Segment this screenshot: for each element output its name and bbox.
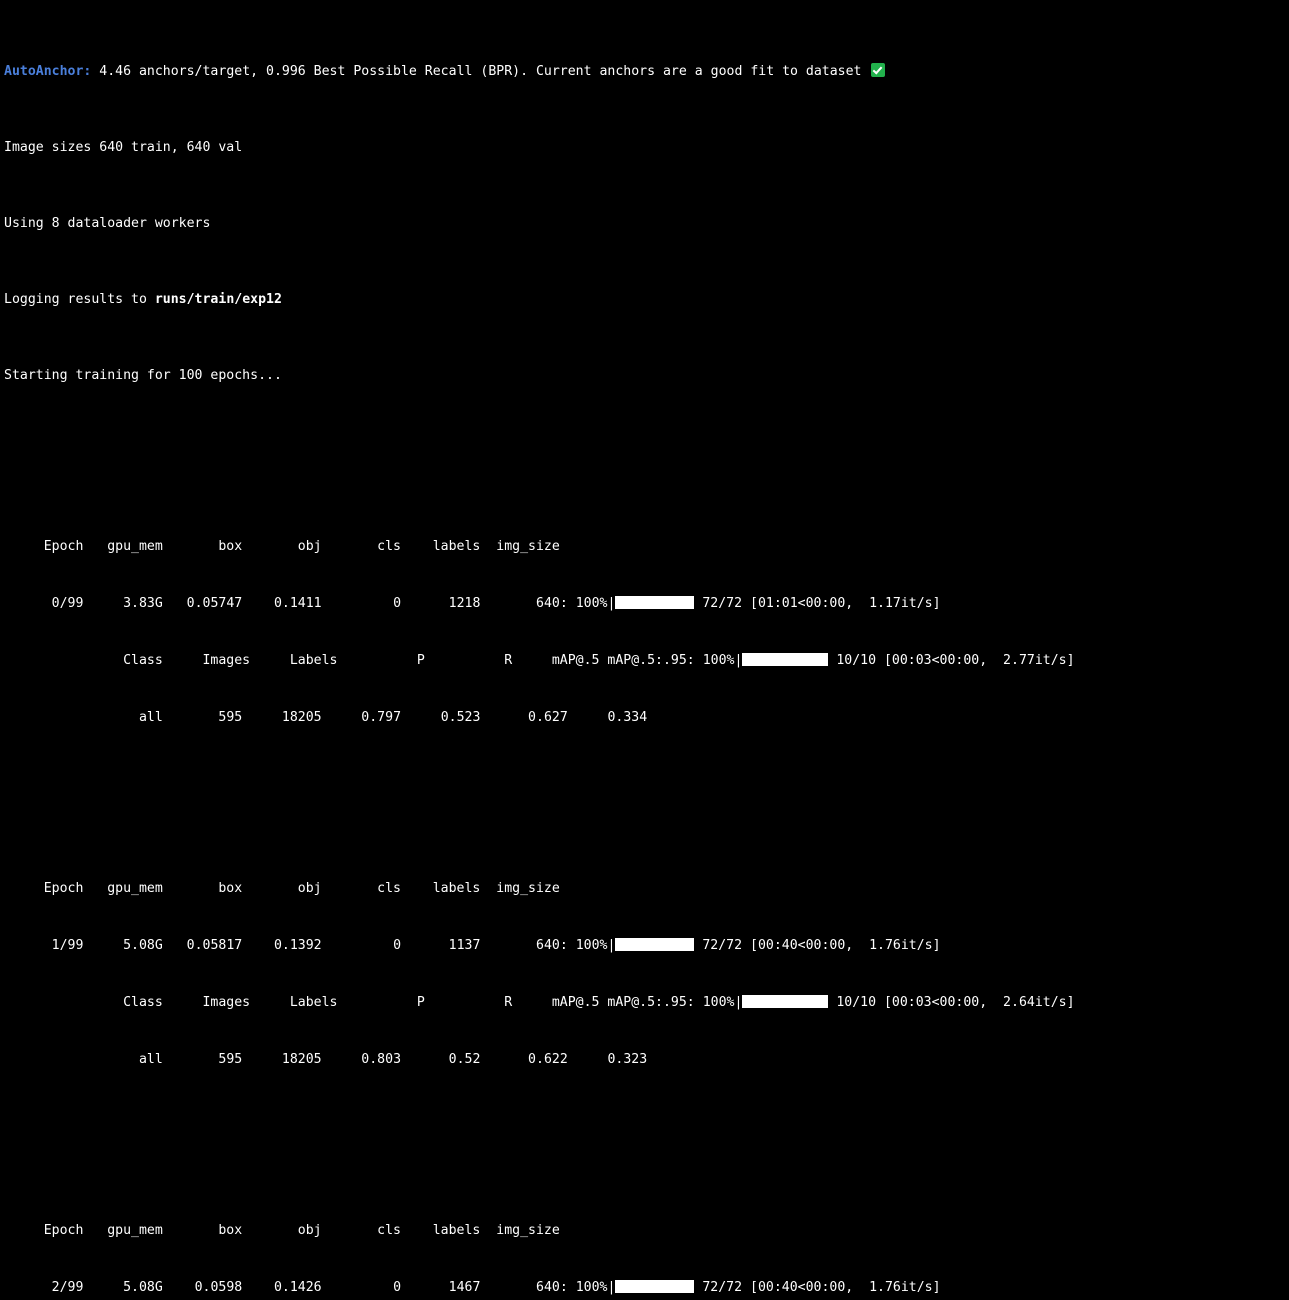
train-counts: 72/72 [01:01<00:00, 1.17it/s] [694,596,941,611]
train-percent: : 100%| [559,1280,616,1295]
train-counts: 72/72 [00:40<00:00, 1.76it/s] [694,938,941,953]
logging-results-line: Logging results to runs/train/exp12 [4,290,1289,309]
box-loss-value: 0.05747 [162,596,243,611]
val-labels-value: 18205 [242,1052,322,1067]
class-value: all [4,1052,163,1067]
box-loss-value: 0.0598 [162,1280,243,1295]
terminal-output[interactable]: AutoAnchor: 4.46 anchors/target, 0.996 B… [0,0,1289,1295]
val-header-text: Class Images Labels P R mAP@.5 mAP@.5:.9… [4,653,703,668]
logging-path: runs/train/exp12 [154,292,282,307]
train-percent: : 100%| [559,596,616,611]
epoch-value: 0/99 [4,596,84,611]
precision-value: 0.803 [321,1052,402,1067]
img-size-value: 640 [480,938,560,953]
val-header-row: Class Images Labels P R mAP@.5 mAP@.5:.9… [4,993,1289,1012]
recall-value: 0.523 [401,710,481,725]
obj-loss-value: 0.1411 [242,596,322,611]
train-progress-bar [615,596,695,609]
val-counts: 10/10 [00:03<00:00, 2.64it/s] [828,995,1075,1010]
autoanchor-line: AutoAnchor: 4.46 anchors/target, 0.996 B… [4,62,1289,81]
box-loss-value: 0.05817 [162,938,243,953]
gpu-mem-value: 5.08G [83,938,163,953]
cls-loss-value: 0 [321,938,402,953]
train-header-row: Epoch gpu_mem box obj cls labels img_siz… [4,539,560,554]
map50-value: 0.622 [480,1052,568,1067]
gpu-mem-value: 5.08G [83,1280,163,1295]
cls-loss-value: 0 [321,1280,402,1295]
autoanchor-message: 4.46 anchors/target, 0.996 Best Possible… [91,64,870,79]
images-value: 595 [162,710,243,725]
check-mark-icon [871,63,886,77]
train-progress-row: 1/99 5.08G 0.05817 0.1392 0 1137 640: 10… [4,936,1289,955]
train-header-row: Epoch gpu_mem box obj cls labels img_siz… [4,1223,560,1238]
img-size-value: 640 [480,1280,560,1295]
train-progress-row: 0/99 3.83G 0.05747 0.1411 0 1218 640: 10… [4,594,1289,613]
map5095-value: 0.323 [567,1052,648,1067]
val-progress-bar [742,995,829,1008]
val-percent: 100%| [702,995,743,1010]
val-results-row: all 595 18205 0.803 0.52 0.622 0.323 [4,1050,1289,1069]
obj-loss-value: 0.1426 [242,1280,322,1295]
train-percent: : 100%| [559,938,616,953]
precision-value: 0.797 [321,710,402,725]
map5095-value: 0.334 [567,710,648,725]
labels-value: 1467 [401,1280,481,1295]
img-size-value: 640 [480,596,560,611]
epoch-value: 1/99 [4,938,84,953]
labels-value: 1137 [401,938,481,953]
val-percent: 100%| [702,653,743,668]
epoch-value: 2/99 [4,1280,84,1295]
val-results-row: all 595 18205 0.797 0.523 0.627 0.334 [4,708,1289,727]
images-value: 595 [162,1052,243,1067]
val-counts: 10/10 [00:03<00:00, 2.77it/s] [828,653,1075,668]
class-value: all [4,710,163,725]
val-labels-value: 18205 [242,710,322,725]
val-header-row: Class Images Labels P R mAP@.5 mAP@.5:.9… [4,651,1289,670]
train-progress-bar [615,938,695,951]
logging-prefix: Logging results to [4,292,155,307]
image-sizes-line: Image sizes 640 train, 640 val [4,140,243,155]
train-header-row: Epoch gpu_mem box obj cls labels img_siz… [4,881,560,896]
recall-value: 0.52 [401,1052,481,1067]
val-header-text: Class Images Labels P R mAP@.5 mAP@.5:.9… [4,995,703,1010]
train-progress-bar [615,1280,695,1293]
labels-value: 1218 [401,596,481,611]
obj-loss-value: 0.1392 [242,938,322,953]
val-progress-bar [742,653,829,666]
autoanchor-tag: AutoAnchor: [4,64,92,79]
dataloader-workers-line: Using 8 dataloader workers [4,216,211,231]
starting-training-line: Starting training for 100 epochs... [4,368,282,383]
gpu-mem-value: 3.83G [83,596,163,611]
train-progress-row: 2/99 5.08G 0.0598 0.1426 0 1467 640: 100… [4,1278,1289,1297]
map50-value: 0.627 [480,710,568,725]
train-counts: 72/72 [00:40<00:00, 1.76it/s] [694,1280,941,1295]
cls-loss-value: 0 [321,596,402,611]
